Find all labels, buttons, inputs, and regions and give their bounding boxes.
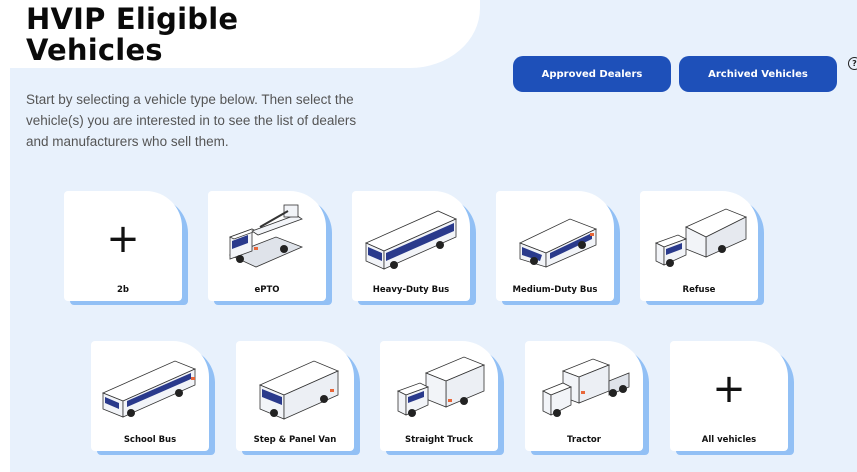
vehicle-label: School Bus <box>123 435 177 445</box>
semi-tractor-icon <box>542 358 630 417</box>
vehicle-label: Refuse <box>682 285 716 295</box>
help-icon[interactable]: ? <box>848 57 857 70</box>
page-title: HVIP Eligible Vehicles <box>26 4 326 66</box>
vehicle-label: Step & Panel Van <box>253 435 337 445</box>
vehicle-card-wrap: + All vehicles <box>670 341 794 455</box>
school-bus-icon <box>101 360 197 418</box>
vehicle-card-school-bus[interactable]: School Bus <box>91 341 209 451</box>
vehicle-label: Straight Truck <box>405 435 473 445</box>
vehicle-card-straight-truck[interactable]: Straight Truck <box>380 341 498 451</box>
vehicle-label: All vehicles <box>701 435 757 445</box>
vehicle-card-wrap: Straight Truck <box>380 341 504 455</box>
vehicle-label: Tractor <box>567 435 601 445</box>
intro-text: Start by selecting a vehicle type below.… <box>26 92 357 149</box>
vehicle-card-heavy-duty-bus[interactable]: Heavy-Duty Bus <box>352 191 470 301</box>
vehicle-card-epto[interactable]: ePTO <box>208 191 326 301</box>
approved-dealers-button[interactable]: Approved Dealers <box>513 56 671 92</box>
page-title-line-2: Vehicles <box>26 33 163 67</box>
vehicle-card-tractor[interactable]: Tractor <box>525 341 643 451</box>
page-title-line-1: HVIP Eligible <box>26 2 239 36</box>
transit-bus-icon <box>365 210 457 270</box>
vehicle-label: ePTO <box>254 285 280 295</box>
archived-vehicles-button[interactable]: Archived Vehicles <box>679 56 837 92</box>
vehicle-card-2b[interactable]: + 2b <box>64 191 182 301</box>
vehicle-label: Medium-Duty Bus <box>512 285 598 295</box>
plus-icon: + <box>106 216 140 262</box>
plus-icon: + <box>712 366 746 412</box>
vehicle-card-wrap: ePTO <box>208 191 332 305</box>
box-truck-icon <box>396 356 486 417</box>
vehicle-card-wrap: + 2b <box>64 191 188 305</box>
vehicle-card-medium-duty-bus[interactable]: Medium-Duty Bus <box>496 191 614 301</box>
vehicle-card-wrap: Tractor <box>525 341 649 455</box>
vehicle-card-wrap: Medium-Duty Bus <box>496 191 620 305</box>
vehicle-card-wrap: Step & Panel Van <box>236 341 360 455</box>
step-van-icon <box>258 360 340 420</box>
vehicle-card-all-vehicles[interactable]: + All vehicles <box>670 341 788 451</box>
shuttle-bus-icon <box>518 218 598 268</box>
bucket-truck-icon <box>228 204 304 268</box>
vehicle-card-wrap: Heavy-Duty Bus <box>352 191 476 305</box>
vehicle-card-wrap: Refuse <box>640 191 764 305</box>
vehicle-label: 2b <box>117 285 129 295</box>
vehicle-card-wrap: School Bus <box>91 341 215 455</box>
main-panel: HVIP Eligible Vehicles Approved Dealers … <box>10 0 857 472</box>
vehicle-label: Heavy-Duty Bus <box>372 285 450 295</box>
garbage-truck-icon <box>654 208 747 267</box>
vehicle-card-step-panel-van[interactable]: Step & Panel Van <box>236 341 354 451</box>
vehicle-card-refuse[interactable]: Refuse <box>640 191 758 301</box>
